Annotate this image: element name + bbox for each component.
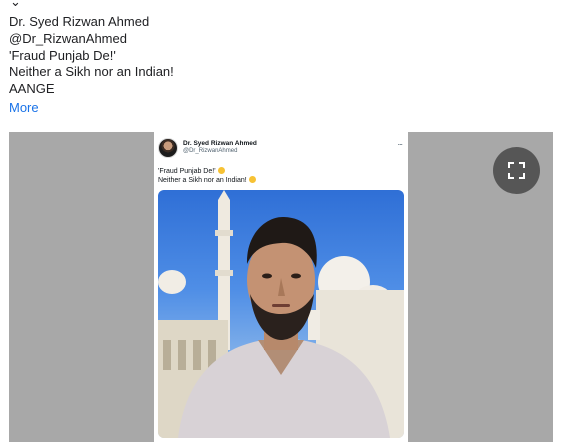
post-line-3: AANGE xyxy=(9,81,55,97)
fullscreen-expand-icon xyxy=(508,162,525,179)
post-text: Dr. Syed Rizwan Ahmed @Dr_RizwanAhmed 'F… xyxy=(9,14,174,98)
post-line-2: Neither a Sikh nor an Indian! xyxy=(9,64,174,80)
post-author-handle: @Dr_RizwanAhmed xyxy=(9,30,127,46)
more-options-icon: ... xyxy=(397,137,402,147)
tweet-line-1: 'Fraud Punjab De!' xyxy=(158,167,225,175)
media-viewer[interactable]: Dr. Syed Rizwan Ahmed @Dr_RizwanAhmed ..… xyxy=(9,132,553,442)
previous-post-fragment: ⌄ xyxy=(10,0,21,9)
more-link[interactable]: More xyxy=(9,100,39,115)
selfie-photo-icon xyxy=(158,190,404,438)
tweet-author-name: Dr. Syed Rizwan Ahmed xyxy=(183,140,257,147)
post-author-name: Dr. Syed Rizwan Ahmed xyxy=(9,14,150,29)
avatar xyxy=(158,138,178,158)
embedded-tweet-screenshot: Dr. Syed Rizwan Ahmed @Dr_RizwanAhmed ..… xyxy=(154,132,408,442)
tweet-photo xyxy=(158,190,404,438)
upside-down-emoji-icon xyxy=(248,176,256,183)
fullscreen-expand-button[interactable] xyxy=(493,147,540,194)
tweet-author-handle: @Dr_RizwanAhmed xyxy=(183,148,238,154)
post-line-1: 'Fraud Punjab De!' xyxy=(9,47,116,63)
tweet-line-2: Neither a Sikh nor an Indian! xyxy=(158,176,256,184)
laughing-emoji-icon xyxy=(217,167,225,174)
